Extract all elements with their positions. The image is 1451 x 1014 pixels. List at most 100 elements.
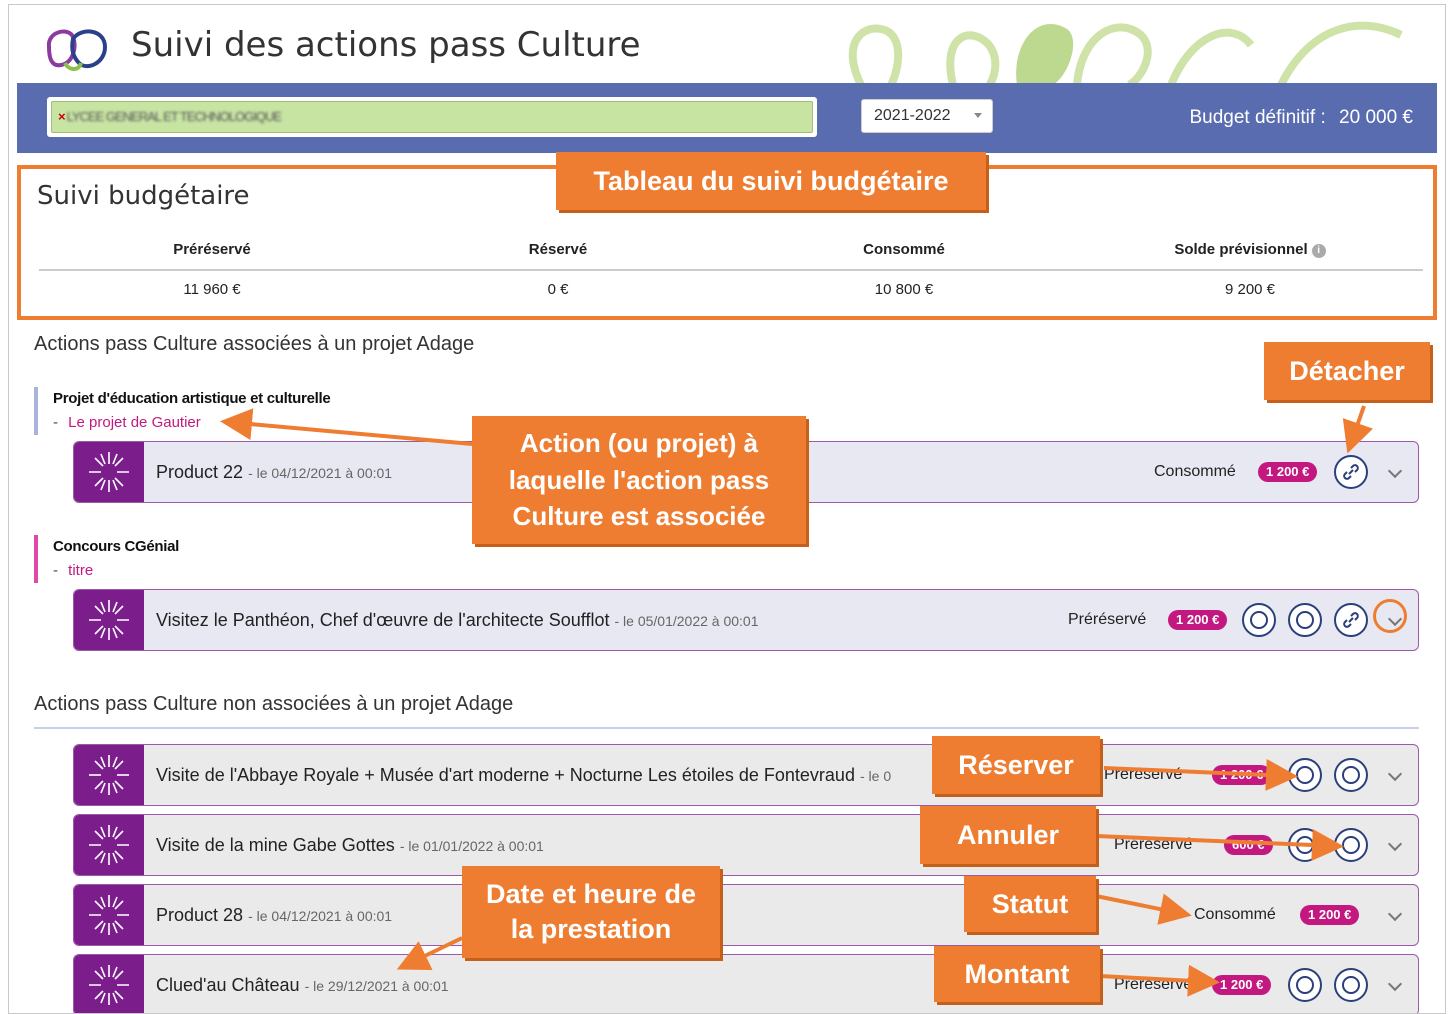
col-prereserved: Préréservé (173, 241, 251, 258)
reserve-button[interactable] (1288, 828, 1322, 862)
cancel-circle-icon (1342, 976, 1360, 994)
action-date: le 05/01/2022 à 00:01 (623, 613, 759, 629)
link-icon (1343, 612, 1359, 628)
callout-cancel: Annuler (920, 806, 1096, 864)
amount-badge: 1 200 € (1168, 610, 1228, 630)
action-row[interactable]: Visite de la mine Gabe Gottes - le 01/01… (73, 814, 1419, 876)
callout-linked-action: Action (ou projet) à laquelle l'action p… (472, 416, 806, 544)
section-divider (34, 727, 1419, 729)
chevron-down-icon[interactable] (1387, 976, 1403, 992)
callout-status: Statut (964, 876, 1096, 932)
action-thumbnail (74, 590, 144, 650)
reserve-button[interactable] (1288, 968, 1322, 1002)
action-status: Préréservé (1114, 836, 1193, 853)
remove-tag-icon[interactable]: × (58, 109, 66, 124)
action-thumbnail (74, 885, 144, 945)
action-title[interactable]: Visite de la mine Gabe Gottes (156, 835, 395, 855)
establishment-field[interactable]: × LYCEE GENERAL ET TECHNOLOGIQUE (47, 97, 817, 137)
page-title: Suivi des actions pass Culture (131, 25, 641, 65)
action-thumbnail (74, 955, 144, 1013)
action-row[interactable]: Visitez le Panthéon, Chef d'œuvre de l'a… (73, 589, 1419, 651)
amount-badge: 1 200 € (1212, 975, 1272, 995)
action-status: Consommé (1194, 906, 1276, 923)
school-year-value: 2021-2022 (874, 107, 951, 124)
action-title[interactable]: Clued'au Château (156, 975, 300, 995)
action-title[interactable]: Product 22 (156, 462, 243, 482)
budget-label: Budget définitif : (1189, 107, 1326, 128)
detach-button[interactable] (1334, 455, 1368, 489)
project-group: Projet d'éducation artistique et culture… (34, 387, 331, 435)
action-thumbnail (74, 442, 144, 502)
amount-badge: 600 € (1224, 835, 1273, 855)
reserve-button[interactable] (1288, 758, 1322, 792)
action-row[interactable]: Clued'au Château - le 29/12/2021 à 00:01… (73, 954, 1419, 1013)
filter-bar: × LYCEE GENERAL ET TECHNOLOGIQUE 2021-202… (17, 83, 1437, 153)
chevron-down-icon (974, 113, 982, 118)
check-circle-icon (1250, 611, 1268, 629)
project-link[interactable]: Le projet de Gautier (68, 414, 201, 431)
sunburst-icon (89, 825, 129, 865)
detach-button[interactable] (1334, 603, 1368, 637)
action-row[interactable]: Visite de l'Abbaye Royale + Musée d'art … (73, 744, 1419, 806)
action-title[interactable]: Visite de l'Abbaye Royale + Musée d'art … (156, 765, 855, 785)
callout-amount: Montant (934, 946, 1100, 1002)
col-reserved: Réservé (528, 241, 588, 258)
section-title-non-associated: Actions pass Culture non associées à un … (34, 693, 514, 715)
link-icon (1343, 464, 1359, 480)
chevron-down-icon[interactable] (1387, 906, 1403, 922)
sunburst-icon (89, 895, 129, 935)
cancel-button[interactable] (1288, 603, 1322, 637)
budget-tracking-title: Suivi budgétaire (37, 181, 250, 211)
action-date: le 04/12/2021 à 00:01 (256, 908, 393, 924)
action-date: le 01/01/2022 à 00:01 (408, 838, 544, 854)
action-status: Préréservé (1068, 611, 1147, 628)
info-icon[interactable]: i (1311, 244, 1326, 258)
value-prereserved: 11 960 € (183, 281, 241, 298)
value-reserved: 0 € (547, 281, 569, 298)
cancel-circle-icon (1342, 836, 1360, 854)
check-circle-icon (1296, 976, 1314, 994)
app-header: Suivi des actions pass Culture (9, 5, 1445, 85)
project-type: Projet d'éducation artistique et culture… (53, 390, 331, 407)
chevron-down-icon[interactable] (1387, 463, 1403, 479)
cancel-button[interactable] (1334, 968, 1368, 1002)
cancel-circle-icon (1296, 611, 1314, 629)
project-type: Concours CGénial (53, 538, 180, 555)
callout-budget-table: Tableau du suivi budgétaire (556, 152, 986, 210)
school-year-select[interactable]: 2021-2022 (861, 99, 993, 133)
check-circle-icon (1296, 836, 1314, 854)
chevron-down-icon[interactable] (1387, 766, 1403, 782)
action-thumbnail (74, 815, 144, 875)
col-forecast-balance-label: Solde prévisionnel (1174, 241, 1308, 258)
action-title[interactable]: Product 28 (156, 905, 243, 925)
cancel-button[interactable] (1334, 758, 1368, 792)
section-title-associated: Actions pass Culture associées à un proj… (34, 333, 475, 355)
project-link[interactable]: titre (68, 562, 93, 579)
amount-badge: 1 200 € (1258, 462, 1318, 482)
action-title[interactable]: Visitez le Panthéon, Chef d'œuvre de l'a… (156, 610, 609, 630)
cancel-circle-icon (1342, 766, 1360, 784)
final-budget: Budget définitif : 20 000 € (1189, 107, 1413, 129)
sunburst-icon (89, 755, 129, 795)
value-consumed: 10 800 € (874, 281, 934, 298)
value-forecast-balance: 9 200 € (1224, 281, 1276, 298)
chevron-down-icon[interactable] (1387, 836, 1403, 852)
callout-detach: Détacher (1264, 342, 1430, 400)
action-status: Consommé (1154, 463, 1236, 480)
reserve-button[interactable] (1242, 603, 1276, 637)
cancel-button[interactable] (1334, 828, 1368, 862)
check-circle-icon (1296, 766, 1314, 784)
callout-datetime: Date et heure de la prestation (462, 866, 720, 958)
action-date: le 04/12/2021 à 00:01 (256, 465, 393, 481)
action-status: Préréservé (1114, 976, 1193, 993)
amount-badge: 1 200 € (1212, 765, 1272, 785)
callout-reserve: Réserver (932, 736, 1100, 794)
budget-table: Préréservé Réservé Consommé Solde prévis… (39, 231, 1423, 315)
app-logo-icon (46, 29, 108, 71)
project-group: Concours CGénial - titre (34, 535, 179, 583)
establishment-value: LYCEE GENERAL ET TECHNOLOGIQUE (66, 109, 282, 124)
budget-value: 20 000 € (1339, 107, 1413, 128)
header-decoration (848, 21, 1403, 85)
action-row[interactable]: Product 28 - le 04/12/2021 à 00:01 Conso… (73, 884, 1419, 946)
highlight-ring (1373, 599, 1407, 633)
